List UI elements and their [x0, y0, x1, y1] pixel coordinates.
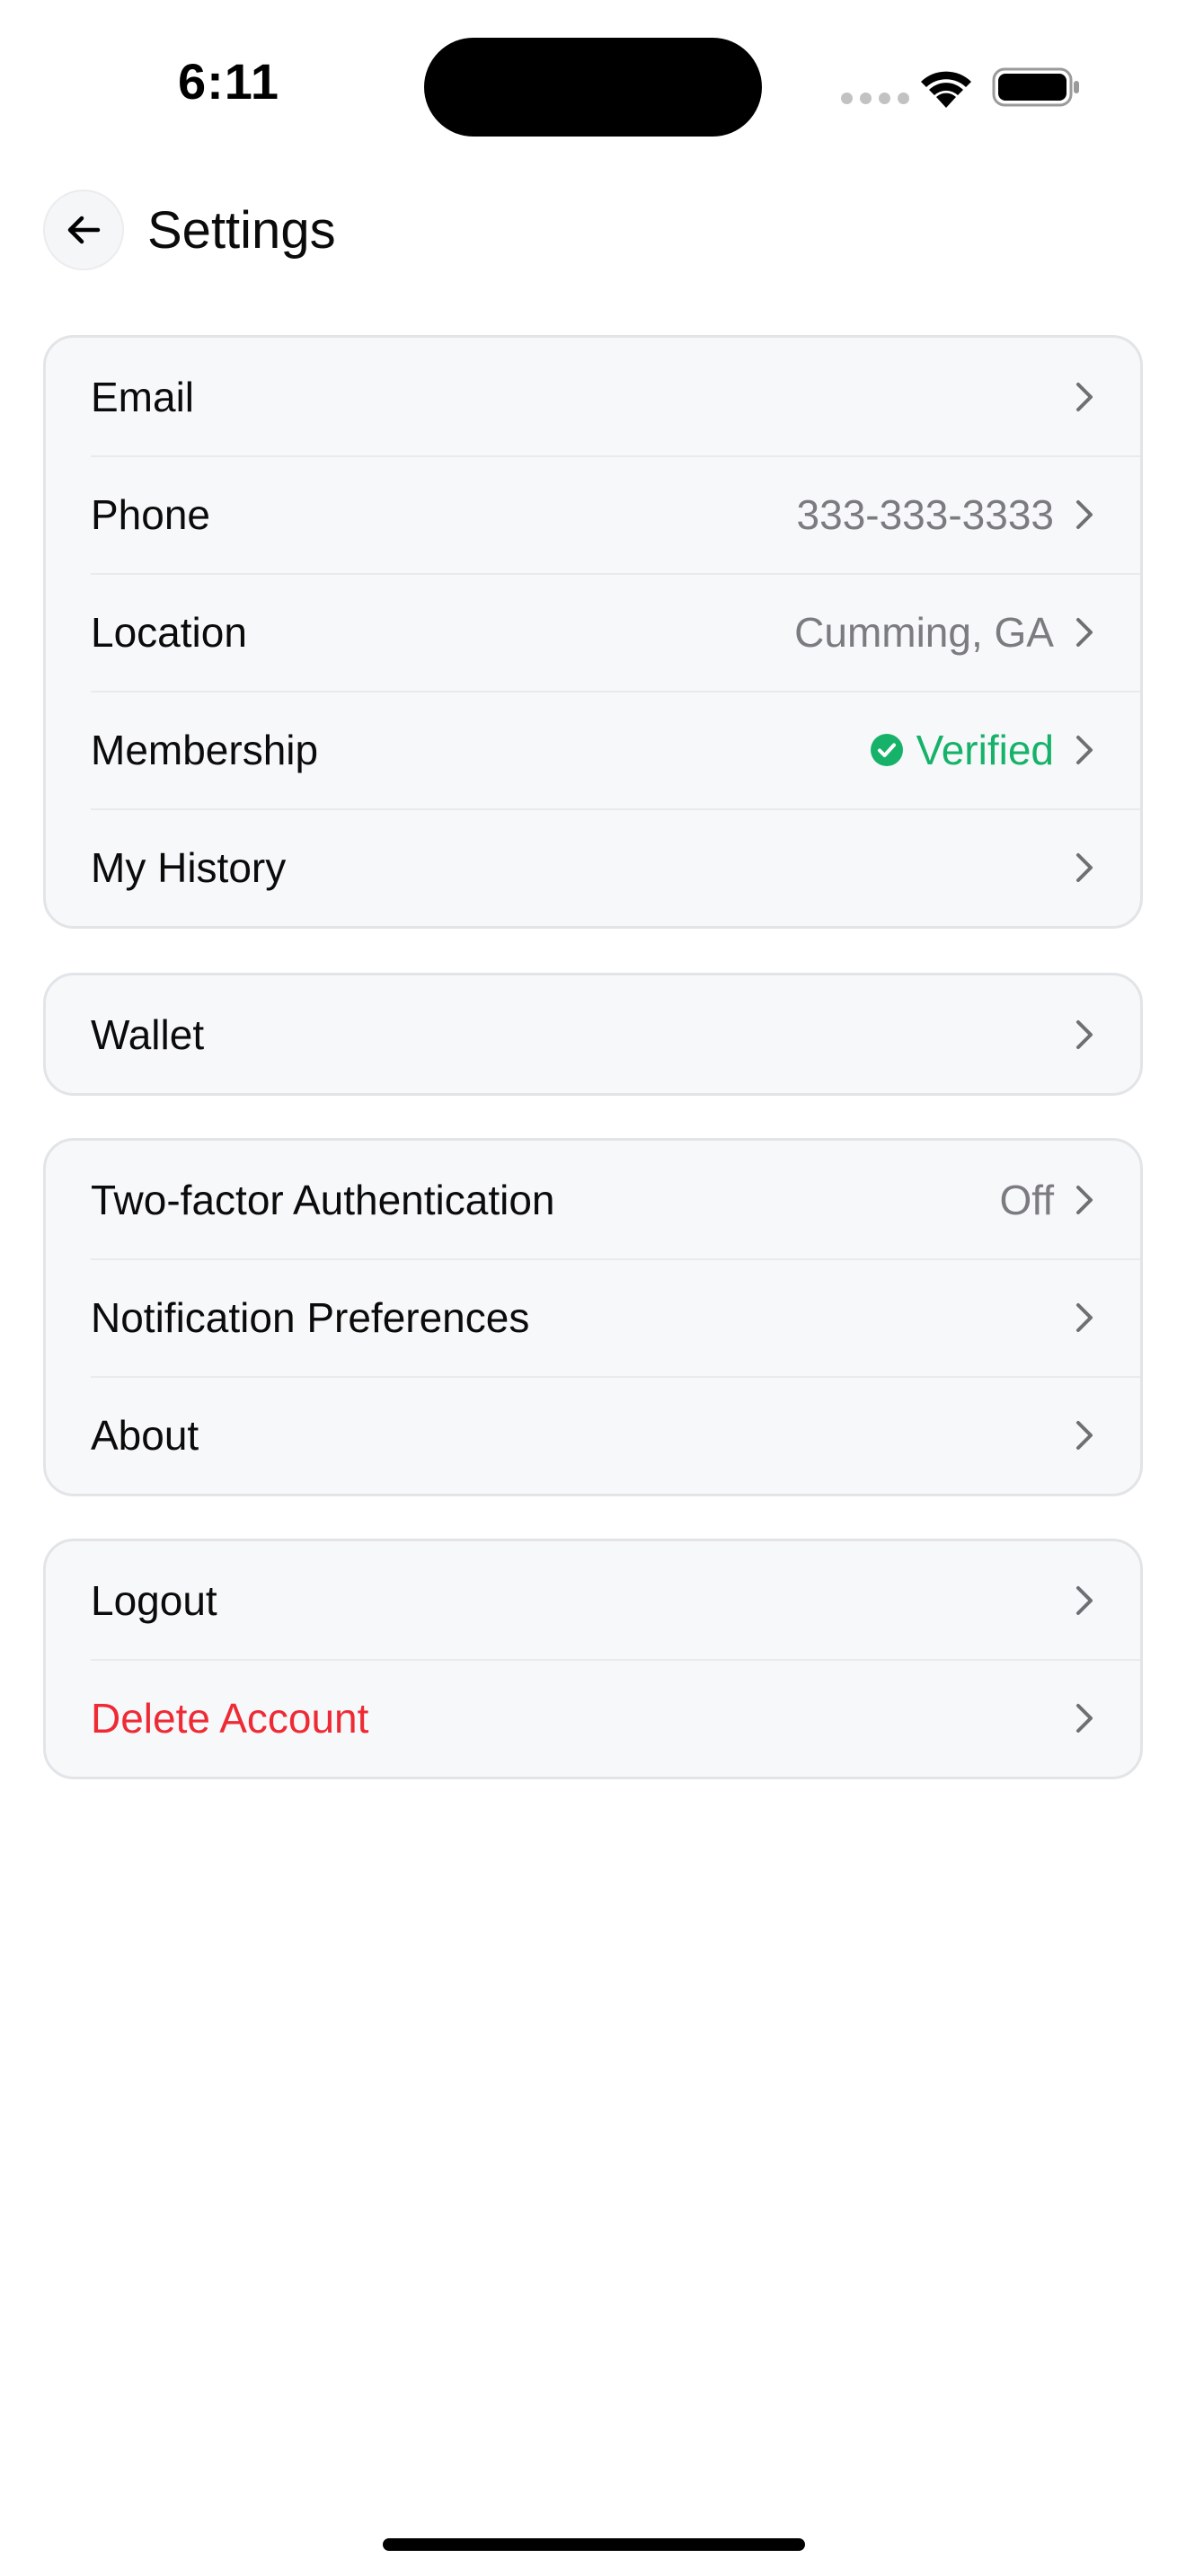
settings-row-location[interactable]: Location Cumming, GA: [46, 573, 1140, 691]
row-label: Membership: [91, 726, 319, 773]
location-value: Cumming, GA: [794, 608, 1054, 656]
settings-row-about[interactable]: About: [46, 1376, 1140, 1494]
cellular-signal-icon: [841, 93, 909, 104]
settings-row-membership[interactable]: Membership Verified: [46, 691, 1140, 808]
settings-row-notification-preferences[interactable]: Notification Preferences: [46, 1258, 1140, 1376]
status-time: 6:11: [178, 53, 279, 110]
settings-row-email[interactable]: Email: [46, 338, 1140, 455]
membership-status-text: Verified: [916, 726, 1054, 773]
membership-status-badge: Verified: [870, 726, 1054, 774]
wallet-group: Wallet: [43, 973, 1143, 1096]
settings-row-wallet[interactable]: Wallet: [46, 975, 1140, 1093]
settings-row-two-factor[interactable]: Two-factor Authentication Off: [46, 1141, 1140, 1258]
security-group: Two-factor Authentication Off Notificati…: [43, 1138, 1143, 1496]
account-actions-group: Logout Delete Account: [43, 1539, 1143, 1779]
check-circle-icon: [870, 733, 903, 766]
chevron-right-icon: [1076, 1420, 1093, 1450]
chevron-right-icon: [1076, 1302, 1093, 1332]
chevron-right-icon: [1076, 382, 1093, 411]
chevron-right-icon: [1076, 852, 1093, 882]
row-label: Location: [91, 608, 247, 656]
header: Settings: [43, 189, 336, 271]
row-label: Phone: [91, 490, 211, 538]
chevron-right-icon: [1076, 735, 1093, 764]
arrow-left-icon: [67, 216, 101, 244]
phone-value: 333-333-3333: [796, 490, 1054, 538]
back-button[interactable]: [43, 190, 124, 270]
row-label: About: [91, 1411, 199, 1459]
battery-icon: [992, 67, 1079, 107]
row-label: Logout: [91, 1576, 217, 1624]
wifi-icon: [921, 71, 971, 108]
chevron-right-icon: [1076, 1585, 1093, 1615]
row-label: Email: [91, 373, 195, 420]
chevron-right-icon: [1076, 1185, 1093, 1214]
settings-row-my-history[interactable]: My History: [46, 808, 1140, 926]
settings-row-phone[interactable]: Phone 333-333-3333: [46, 455, 1140, 573]
chevron-right-icon: [1076, 499, 1093, 529]
page-title: Settings: [147, 200, 336, 260]
chevron-right-icon: [1076, 617, 1093, 647]
row-label: Two-factor Authentication: [91, 1176, 555, 1223]
row-label: My History: [91, 843, 287, 891]
settings-row-delete-account[interactable]: Delete Account: [46, 1659, 1140, 1777]
row-label: Notification Preferences: [91, 1293, 530, 1341]
row-label: Delete Account: [91, 1694, 369, 1742]
two-factor-status: Off: [999, 1176, 1054, 1223]
status-bar: 6:11: [0, 0, 1186, 144]
account-settings-group: Email Phone 333-333-3333 Location Cummin…: [43, 335, 1143, 929]
chevron-right-icon: [1076, 1019, 1093, 1049]
row-label: Wallet: [91, 1010, 205, 1058]
chevron-right-icon: [1076, 1703, 1093, 1733]
dynamic-island: [424, 38, 762, 137]
home-indicator[interactable]: [383, 2538, 805, 2551]
settings-row-logout[interactable]: Logout: [46, 1541, 1140, 1659]
